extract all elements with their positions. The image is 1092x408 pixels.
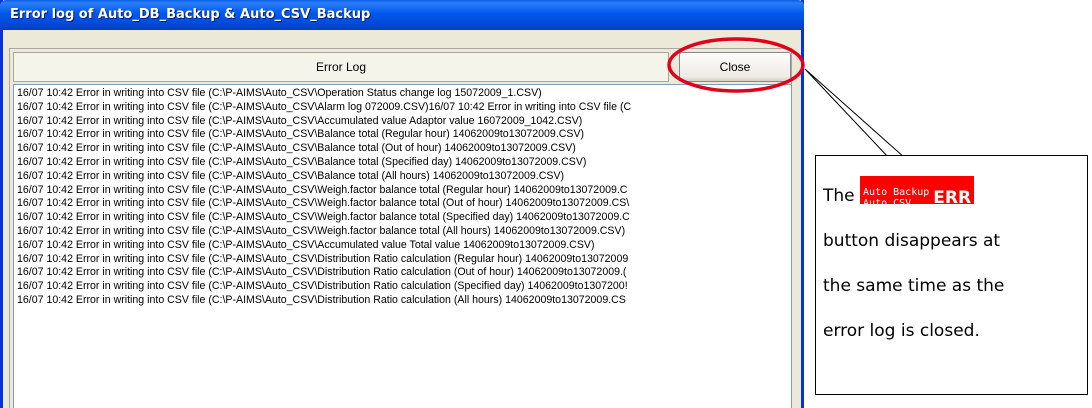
log-entry[interactable]: 16/07 10:42 Error in writing into CSV fi… (17, 170, 791, 184)
log-entry[interactable]: 16/07 10:42 Error in writing into CSV fi… (17, 294, 791, 308)
log-entry[interactable]: 16/07 10:42 Error in writing into CSV fi… (17, 280, 791, 294)
callout-prefix: The (823, 186, 855, 206)
window-title: Error log of Auto_DB_Backup & Auto_CSV_B… (10, 7, 371, 22)
log-entry[interactable]: 16/07 10:42 Error in writing into CSV fi… (17, 128, 791, 142)
log-entry[interactable]: 16/07 10:42 Error in writing into CSV fi… (17, 115, 791, 129)
log-entry[interactable]: 16/07 10:42 Error in writing into CSV fi… (17, 239, 791, 253)
callout-box: The Auto Backup Auto CSV ERR button disa… (815, 155, 1088, 395)
log-entry[interactable]: 16/07 10:42 Error in writing into CSV fi… (17, 211, 791, 225)
log-entry[interactable]: 16/07 10:42 Error in writing into CSV fi… (17, 184, 791, 198)
auto-backup-err-badge: Auto Backup Auto CSV ERR (860, 176, 975, 209)
callout-line-2: button disappears at (823, 231, 1001, 251)
log-header-row: Error Log Close (13, 52, 791, 82)
callout-pointer-line-2 (804, 68, 890, 159)
badge-line-auto-backup: Auto Backup (863, 187, 930, 198)
close-button[interactable]: Close (679, 52, 791, 82)
callout-pointer-line-1 (804, 68, 906, 159)
log-entry[interactable]: 16/07 10:42 Error in writing into CSV fi… (17, 156, 791, 170)
log-entry[interactable]: 16/07 10:42 Error in writing into CSV fi… (17, 101, 791, 115)
log-entry[interactable]: 16/07 10:42 Error in writing into CSV fi… (17, 142, 791, 156)
badge-err-label: ERR (933, 188, 972, 208)
title-bar[interactable]: Error log of Auto_DB_Backup & Auto_CSV_B… (0, 0, 804, 30)
error-log-list[interactable]: 16/07 10:42 Error in writing into CSV fi… (13, 84, 792, 408)
log-entry[interactable]: 16/07 10:42 Error in writing into CSV fi… (17, 197, 791, 211)
callout-line-1: The Auto Backup Auto CSV ERR (823, 174, 1087, 219)
log-entry[interactable]: 16/07 10:42 Error in writing into CSV fi… (17, 225, 791, 239)
badge-line-auto-csv: Auto CSV (863, 198, 912, 209)
callout-line-3: the same time as the (823, 276, 1005, 296)
error-log-column-header[interactable]: Error Log (13, 52, 669, 82)
log-entry[interactable]: 16/07 10:42 Error in writing into CSV fi… (17, 266, 791, 280)
badge-small-text: Auto Backup Auto CSV (863, 187, 929, 209)
callout-line-4: error log is closed. (823, 321, 980, 341)
log-entry[interactable]: 16/07 10:42 Error in writing into CSV fi… (17, 253, 791, 267)
log-entry[interactable]: 16/07 10:42 Error in writing into CSV fi… (17, 87, 791, 101)
